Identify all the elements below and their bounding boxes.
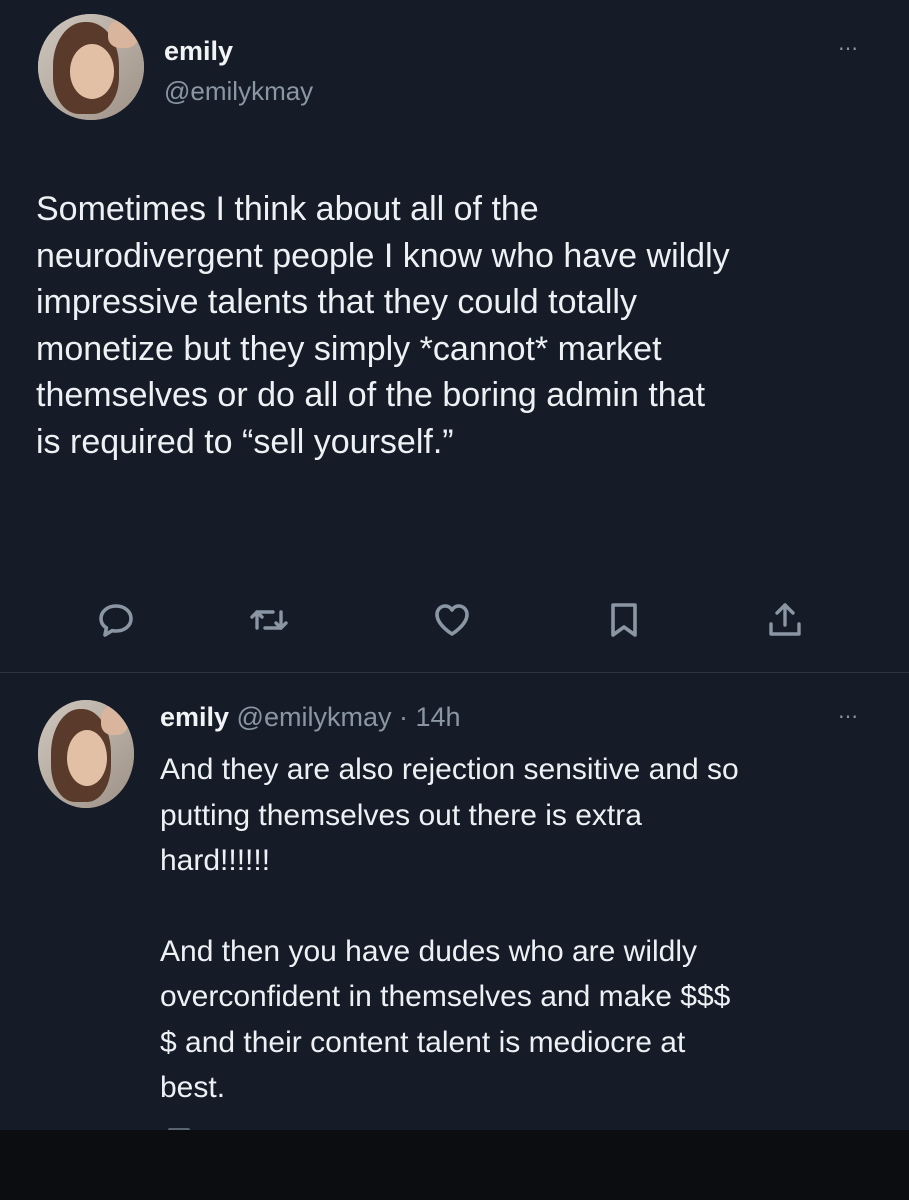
reply-header: emily @emilykmay · 14h bbox=[160, 702, 461, 733]
reply-author-name[interactable]: emily bbox=[160, 702, 229, 732]
like-icon[interactable] bbox=[432, 600, 472, 640]
reply-icon[interactable] bbox=[96, 600, 136, 640]
tweet-text: Sometimes I think about all of the neuro… bbox=[36, 190, 730, 461]
bookmark-icon[interactable] bbox=[604, 600, 644, 640]
reply-paragraph: And then you have dudes who are wildly o… bbox=[160, 934, 731, 1105]
reply-handle-and-time[interactable]: @emilykmay · 14h bbox=[229, 702, 461, 732]
avatar[interactable] bbox=[38, 14, 144, 120]
tweet-actions bbox=[0, 600, 909, 652]
author-name[interactable]: emily bbox=[164, 36, 233, 67]
reply-more-options-icon[interactable]: ⋯ bbox=[838, 704, 859, 729]
divider bbox=[0, 672, 909, 673]
reply-paragraph: And they are also rejection sensitive an… bbox=[160, 753, 739, 877]
author-handle[interactable]: @emilykmay bbox=[164, 76, 313, 107]
more-options-icon[interactable]: ⋯ bbox=[838, 36, 859, 61]
share-icon[interactable] bbox=[765, 600, 805, 640]
bottom-bar bbox=[0, 1130, 909, 1200]
screen: emily @emilykmay ⋯ Sometimes I think abo… bbox=[0, 0, 909, 1130]
reply-text: And they are also rejection sensitive an… bbox=[160, 747, 880, 1130]
retweet-icon[interactable] bbox=[249, 600, 289, 640]
reply-avatar[interactable] bbox=[38, 700, 134, 808]
